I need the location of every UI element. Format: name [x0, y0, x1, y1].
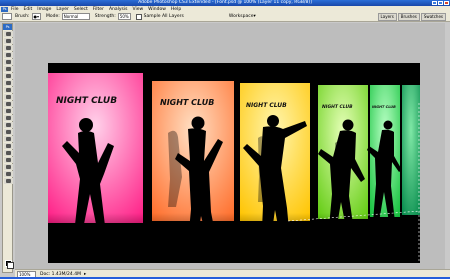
type-tool[interactable] [4, 136, 13, 142]
app-logo: Ps [1, 6, 8, 12]
brush-icon [6, 81, 11, 85]
menu-image[interactable]: Image [37, 7, 51, 12]
eyedropper-tool[interactable] [4, 164, 13, 170]
path-select-tool[interactable] [4, 143, 13, 149]
dodge-icon [6, 123, 11, 127]
lasso-tool[interactable] [4, 45, 13, 51]
shape-tool[interactable] [4, 150, 13, 156]
dodge-tool[interactable] [4, 122, 13, 128]
banner-text-3: NIGHT CLUB [246, 102, 287, 109]
strength-input[interactable]: 50% [117, 13, 131, 20]
chevron-down-icon: ▾ [253, 14, 256, 19]
maximize-button[interactable] [438, 1, 443, 5]
banner-text-5: NIGHT CLUB [372, 105, 396, 109]
mode-label: Mode: [46, 14, 60, 19]
minimize-button[interactable] [432, 1, 437, 5]
notes-tool[interactable] [4, 157, 13, 163]
banner-text-2: NIGHT CLUB [160, 98, 214, 107]
floor [48, 213, 420, 263]
menu-filter[interactable]: Filter [93, 7, 104, 12]
night-club-artwork: NIGHT CLUB NIGHT CLUB NIGHT CLUB NIGHT C… [48, 63, 420, 263]
crop-icon [6, 60, 11, 64]
panel-darkgreen [402, 85, 420, 215]
marquee-tool[interactable] [4, 38, 13, 44]
palette-well: Layers Brushes Swatches [377, 13, 446, 21]
brush-option[interactable]: Brush: ●▾ [15, 13, 42, 20]
history-brush-tool[interactable] [4, 94, 13, 100]
banner-text-1: NIGHT CLUB [56, 96, 117, 106]
background-color-swatch[interactable] [7, 262, 14, 269]
gradient-tool[interactable] [4, 108, 13, 114]
slice-tool[interactable] [4, 66, 13, 72]
sample-all-layers-checkbox[interactable] [135, 13, 142, 20]
banner-text-4: NIGHT CLUB [322, 104, 353, 110]
tool-preset-picker[interactable] [2, 13, 12, 20]
blur-tool[interactable] [4, 115, 13, 121]
close-button[interactable] [444, 1, 449, 5]
notes-icon [6, 158, 11, 162]
well-tab-brushes[interactable]: Brushes [397, 13, 420, 21]
hand-tool[interactable] [4, 171, 13, 177]
brush-picker[interactable]: ●▾ [31, 13, 42, 20]
menu-help[interactable]: Help [171, 7, 181, 12]
wand-icon [6, 53, 11, 57]
workspace-menu[interactable]: Workspace ▾ [229, 14, 256, 19]
brush-label: Brush: [15, 14, 30, 19]
mode-select[interactable]: Normal [61, 13, 90, 20]
sample-all-layers-option[interactable]: Sample All Layers [135, 13, 184, 20]
bandage-icon [6, 74, 11, 78]
toolbox-logo: Ps [3, 24, 12, 30]
doc-size: Doc: 1.43M/24.4M [40, 271, 81, 277]
stamp-icon [6, 88, 11, 92]
lasso-icon [6, 46, 11, 50]
gradient-icon [6, 109, 11, 113]
brush-tool[interactable] [4, 80, 13, 86]
sample-all-layers-label: Sample All Layers [143, 14, 184, 19]
menu-file[interactable]: File [11, 7, 19, 12]
strength-label: Strength: [94, 14, 116, 19]
workspace-label: Workspace [228, 14, 254, 19]
menu-select[interactable]: Select [74, 7, 88, 12]
well-tab-swatches[interactable]: Swatches [420, 13, 446, 21]
type-icon [6, 137, 11, 141]
marquee-icon [6, 39, 11, 43]
eyedropper-icon [6, 165, 11, 169]
menu-analysis[interactable]: Analysis [109, 7, 128, 12]
status-menu-arrow-icon[interactable]: ▸ [84, 272, 86, 277]
zoom-tool[interactable] [4, 178, 13, 184]
arrow-icon [6, 144, 11, 148]
magnifier-icon [6, 179, 11, 183]
pen-tool[interactable] [4, 129, 13, 135]
stamp-tool[interactable] [4, 87, 13, 93]
eraser-tool[interactable] [4, 101, 13, 107]
crop-tool[interactable] [4, 59, 13, 65]
menu-layer[interactable]: Layer [56, 7, 69, 12]
mode-option: Mode: Normal [46, 13, 90, 20]
document-canvas[interactable]: NIGHT CLUB NIGHT CLUB NIGHT CLUB NIGHT C… [48, 63, 420, 263]
menu-view[interactable]: View [132, 7, 143, 12]
canvas-area: NIGHT CLUB NIGHT CLUB NIGHT CLUB NIGHT C… [15, 23, 445, 269]
slice-icon [6, 67, 11, 71]
toolbox: Ps [2, 23, 14, 273]
quick-select-tool[interactable] [4, 52, 13, 58]
menu-window[interactable]: Window [148, 7, 166, 12]
eraser-icon [6, 102, 11, 106]
drop-icon [6, 116, 11, 120]
hand-icon [6, 172, 11, 176]
pen-icon [6, 130, 11, 134]
move-icon [6, 32, 11, 36]
rectangle-icon [6, 151, 11, 155]
strength-option: Strength: 50% [95, 13, 131, 20]
well-tab-layers[interactable]: Layers [377, 13, 397, 21]
history-brush-icon [6, 95, 11, 99]
menu-edit[interactable]: Edit [24, 7, 33, 12]
healing-tool[interactable] [4, 73, 13, 79]
move-tool[interactable] [4, 31, 13, 37]
